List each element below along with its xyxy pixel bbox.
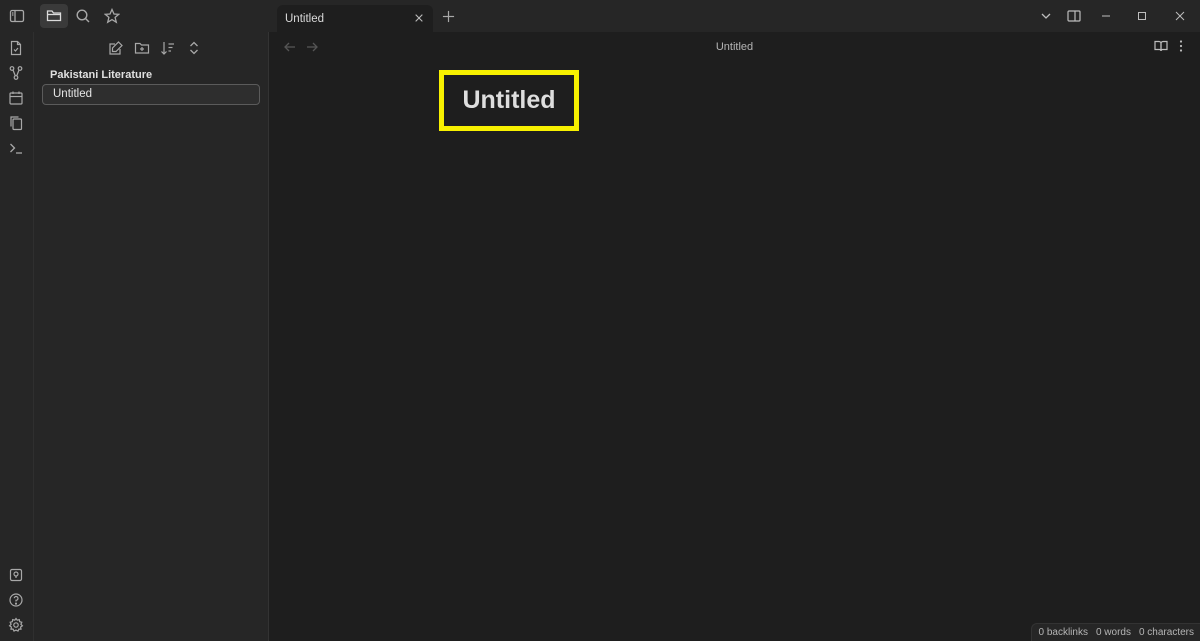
minimize-icon[interactable] bbox=[1088, 0, 1124, 32]
collapse-icon[interactable] bbox=[182, 38, 206, 58]
settings-icon[interactable] bbox=[8, 617, 26, 635]
graph-icon[interactable] bbox=[8, 65, 26, 83]
new-note-icon[interactable] bbox=[104, 38, 128, 58]
word-count: 0 words bbox=[1095, 627, 1131, 638]
more-options-icon[interactable] bbox=[1174, 39, 1188, 58]
status-bar: 0 backlinks 0 words 0 characters bbox=[1031, 623, 1200, 641]
vault-icon[interactable] bbox=[8, 567, 26, 585]
editor-pane: Untitled Untitled 0 backlinks 0 words 0 … bbox=[269, 32, 1200, 641]
note-title[interactable]: Untitled bbox=[439, 70, 579, 131]
tab-label: Untitled bbox=[285, 12, 324, 25]
view-actions bbox=[1154, 39, 1188, 58]
folder-icon[interactable] bbox=[40, 4, 68, 28]
star-icon[interactable] bbox=[98, 4, 126, 28]
vault-name[interactable]: Pakistani Literature bbox=[50, 69, 152, 81]
terminal-icon[interactable] bbox=[8, 140, 26, 158]
chevron-down-icon[interactable] bbox=[1032, 0, 1060, 32]
tab-untitled[interactable]: Untitled bbox=[277, 5, 433, 32]
calendar-icon[interactable] bbox=[8, 90, 26, 108]
reading-view-icon[interactable] bbox=[1154, 39, 1168, 58]
maximize-icon[interactable] bbox=[1124, 0, 1160, 32]
note-title-text: Untitled bbox=[462, 86, 556, 114]
help-icon[interactable] bbox=[8, 592, 26, 610]
explorer-toolbar bbox=[104, 38, 206, 58]
file-explorer: Pakistani Literature Untitled bbox=[34, 32, 269, 641]
sidebar-toggle-icon[interactable] bbox=[3, 4, 31, 28]
file-item-untitled[interactable]: Untitled bbox=[42, 84, 260, 105]
obsidian-window: Untitled Pakistani Literature Untitled U… bbox=[0, 0, 1200, 641]
sort-icon[interactable] bbox=[156, 38, 180, 58]
left-toolbar bbox=[0, 0, 126, 32]
character-count: 0 characters bbox=[1138, 627, 1194, 638]
new-tab-icon[interactable] bbox=[440, 7, 456, 25]
left-ribbon bbox=[0, 32, 34, 641]
search-icon[interactable] bbox=[69, 4, 97, 28]
close-tab-icon[interactable] bbox=[411, 10, 427, 26]
view-header-title[interactable]: Untitled bbox=[269, 41, 1200, 53]
backlinks-count[interactable]: 0 backlinks bbox=[1038, 627, 1087, 638]
copy-icon[interactable] bbox=[8, 115, 26, 133]
new-folder-icon[interactable] bbox=[130, 38, 154, 58]
file-icon[interactable] bbox=[8, 40, 26, 58]
window-controls bbox=[1032, 0, 1200, 32]
right-sidebar-icon[interactable] bbox=[1060, 0, 1088, 32]
title-bar: Untitled bbox=[0, 0, 1200, 32]
close-icon[interactable] bbox=[1160, 0, 1200, 32]
